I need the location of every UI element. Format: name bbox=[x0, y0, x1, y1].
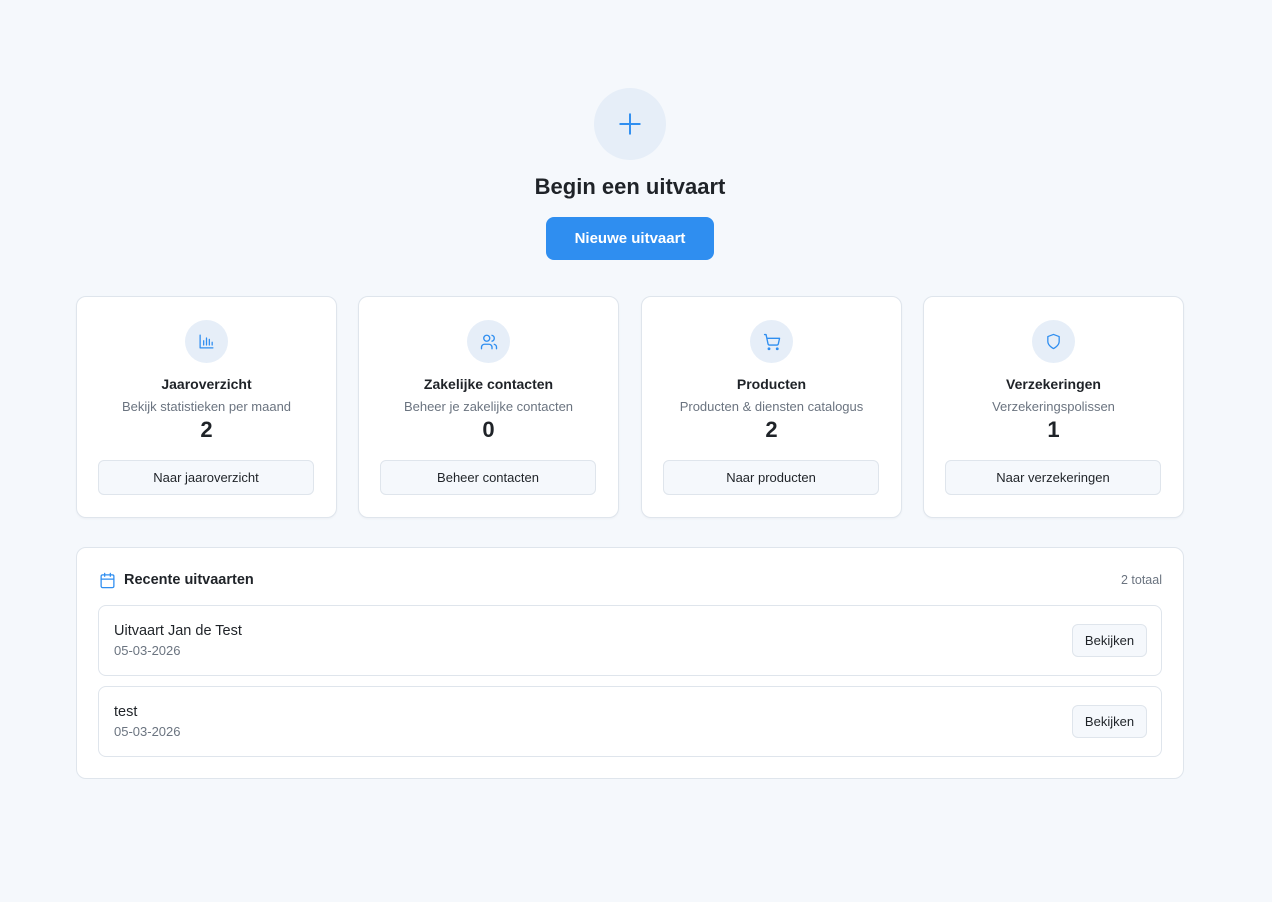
card-title: Verzekeringen bbox=[1006, 376, 1101, 392]
shopping-cart-icon bbox=[750, 320, 793, 363]
jaaroverzicht-button[interactable]: Naar jaaroverzicht bbox=[98, 460, 314, 495]
recent-total: 2 totaal bbox=[1120, 573, 1162, 587]
funeral-date: 05-03-2026 bbox=[114, 643, 181, 658]
view-button[interactable]: Bekijken bbox=[1072, 624, 1147, 657]
funeral-name: test bbox=[114, 704, 138, 720]
new-funeral-button[interactable]: Nieuwe uitvaart bbox=[546, 217, 714, 260]
card-title: Zakelijke contacten bbox=[423, 376, 554, 392]
card-verzekeringen: Verzekeringen Verzekeringspolissen 1 Naa… bbox=[923, 296, 1184, 518]
card-subtitle: Verzekeringspolissen bbox=[992, 399, 1115, 414]
card-count: 0 bbox=[482, 417, 495, 442]
card-title: Producten bbox=[736, 376, 807, 392]
verzekeringen-button[interactable]: Naar verzekeringen bbox=[945, 460, 1161, 495]
list-item: test 05-03-2026 Bekijken bbox=[98, 686, 1162, 757]
plus-icon bbox=[594, 88, 666, 160]
recent-title: Recente uitvaarten bbox=[124, 572, 254, 588]
card-subtitle: Producten & diensten catalogus bbox=[679, 399, 864, 414]
card-count: 2 bbox=[200, 417, 213, 442]
card-producten: Producten Producten & diensten catalogus… bbox=[641, 296, 902, 518]
contacten-button[interactable]: Beheer contacten bbox=[380, 460, 596, 495]
card-count: 2 bbox=[765, 417, 778, 442]
shield-icon bbox=[1032, 320, 1075, 363]
recent-funerals-panel: Recente uitvaarten 2 totaal Uitvaart Jan… bbox=[76, 547, 1184, 779]
funeral-date: 05-03-2026 bbox=[114, 724, 181, 739]
users-icon bbox=[467, 320, 510, 363]
funeral-name: Uitvaart Jan de Test bbox=[114, 623, 242, 639]
card-title: Jaaroverzicht bbox=[161, 376, 252, 392]
producten-button[interactable]: Naar producten bbox=[663, 460, 879, 495]
card-count: 1 bbox=[1047, 417, 1060, 442]
view-button[interactable]: Bekijken bbox=[1072, 705, 1147, 738]
calendar-icon bbox=[99, 572, 116, 589]
bar-chart-icon bbox=[185, 320, 228, 363]
hero-title: Begin een uitvaart bbox=[534, 174, 726, 199]
card-zakelijke-contacten: Zakelijke contacten Beheer je zakelijke … bbox=[358, 296, 619, 518]
card-subtitle: Beheer je zakelijke contacten bbox=[403, 399, 574, 414]
list-item: Uitvaart Jan de Test 05-03-2026 Bekijken bbox=[98, 605, 1162, 676]
card-jaaroverzicht: Jaaroverzicht Bekijk statistieken per ma… bbox=[76, 296, 337, 518]
card-subtitle: Bekijk statistieken per maand bbox=[121, 399, 292, 414]
